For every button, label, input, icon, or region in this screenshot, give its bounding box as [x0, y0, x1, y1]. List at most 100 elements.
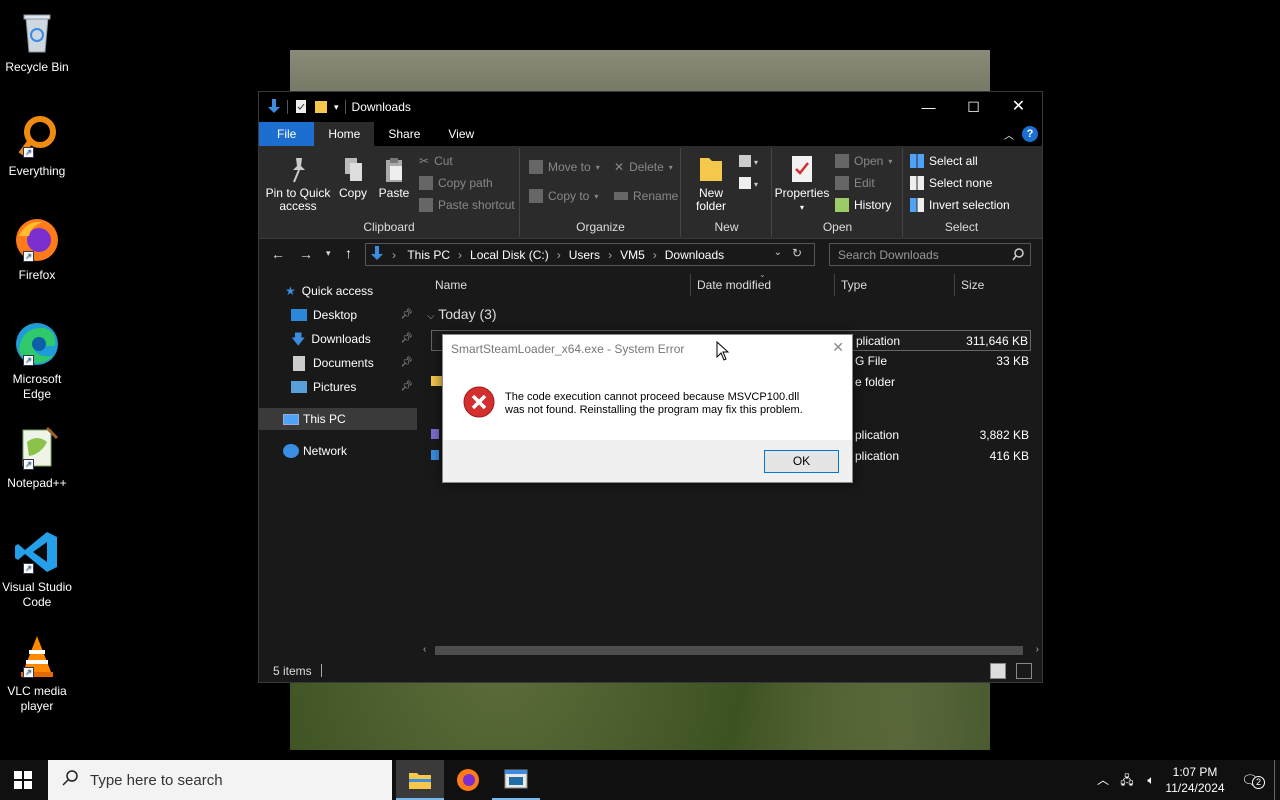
- copy-path-button[interactable]: Copy path: [419, 176, 493, 190]
- back-arrow-icon[interactable]: ←: [271, 246, 285, 262]
- taskbar-app-window[interactable]: [492, 760, 540, 800]
- desktop-icon-firefox[interactable]: ↗ Firefox: [2, 216, 72, 283]
- column-date-modified[interactable]: Date modified: [697, 278, 771, 292]
- address-bar[interactable]: › This PC › Local Disk (C:) › Users › VM5 › …: [365, 243, 815, 266]
- details-view-icon[interactable]: [990, 663, 1006, 679]
- nav-this-pc[interactable]: This PC: [259, 408, 417, 430]
- customize-qa-chevron-icon[interactable]: ▾: [334, 102, 339, 113]
- tab-view[interactable]: View: [434, 122, 488, 146]
- desktop-icon-edge[interactable]: ↗ Microsoft Edge: [2, 320, 72, 402]
- edit-button[interactable]: Edit: [835, 176, 875, 190]
- new-folder-qa-icon[interactable]: [314, 98, 328, 117]
- invert-selection-button[interactable]: Invert selection: [910, 198, 1010, 212]
- delete-button[interactable]: ✕ Delete ▾: [614, 160, 673, 174]
- collapse-ribbon-chevron-icon[interactable]: ︿: [1004, 127, 1014, 142]
- properties-check-icon[interactable]: [294, 98, 308, 117]
- column-name[interactable]: Name: [435, 278, 467, 292]
- nav-desktop[interactable]: Desktop 📌︎: [259, 304, 417, 326]
- item-count: 5 items: [273, 664, 312, 678]
- show-desktop-button[interactable]: [1274, 760, 1275, 800]
- taskbar-file-explorer[interactable]: [396, 760, 444, 800]
- properties-button[interactable]: Properties ▾: [773, 154, 831, 214]
- nav-pictures[interactable]: Pictures 📌︎: [259, 376, 417, 398]
- desktop-icon-vlc[interactable]: ↗ VLC media player: [2, 632, 72, 714]
- navigation-pane: ★ Quick access Desktop 📌︎ 🡇 Downloads 📌︎ Doc…: [259, 274, 417, 654]
- history-button[interactable]: History: [835, 198, 891, 212]
- breadcrumb-users[interactable]: Users: [569, 248, 600, 262]
- dialog-close-icon[interactable]: ✕: [832, 339, 844, 356]
- desktop-icon-recycle-bin[interactable]: Recycle Bin: [2, 8, 72, 75]
- minimize-button[interactable]: —: [906, 92, 951, 122]
- desktop-icon-vscode[interactable]: ↗ Visual Studio Code: [2, 528, 72, 610]
- group-label-new: New: [714, 220, 739, 234]
- ribbon-home: Pin to Quick access Copy Paste ✂ Cut Copy…: [259, 146, 1042, 239]
- paste-shortcut-button[interactable]: Paste shortcut: [419, 198, 515, 212]
- volume-muted-icon[interactable]: 🔈︎: [1140, 760, 1162, 800]
- taskbar-firefox[interactable]: [444, 760, 492, 800]
- shortcut-arrow-icon: ↗: [23, 563, 34, 574]
- cut-button[interactable]: ✂ Cut: [419, 154, 453, 168]
- copy-to-button[interactable]: Copy to ▾: [529, 189, 598, 203]
- new-folder-button[interactable]: New folder: [688, 154, 734, 213]
- breadcrumb-vm5[interactable]: VM5: [620, 248, 645, 262]
- open-button[interactable]: Open ▾: [835, 154, 892, 168]
- group-new: New folder ▾ ▾ New: [682, 148, 772, 237]
- windows-start-icon[interactable]: [14, 771, 32, 794]
- taskbar-search-input[interactable]: Type here to search: [48, 760, 392, 800]
- select-all-button[interactable]: Select all: [910, 154, 978, 168]
- column-size[interactable]: Size: [961, 278, 984, 292]
- address-history-chevron-icon[interactable]: ⌄: [774, 247, 782, 258]
- show-hidden-icons-chevron-icon[interactable]: ︿: [1094, 760, 1112, 800]
- search-input[interactable]: Search Downloads: [829, 243, 1031, 266]
- rename-button[interactable]: Rename: [614, 189, 678, 203]
- scroll-thumb[interactable]: [435, 646, 1023, 655]
- nav-network[interactable]: Network: [259, 440, 417, 462]
- maximize-button[interactable]: ☐: [951, 92, 996, 122]
- move-to-icon: [529, 160, 543, 174]
- recent-locations-chevron-icon[interactable]: ▾: [326, 248, 331, 259]
- nav-quick-access[interactable]: ★ Quick access: [259, 280, 417, 302]
- breadcrumb-this-pc[interactable]: This PC: [407, 248, 450, 262]
- ok-button[interactable]: OK: [764, 450, 839, 473]
- column-type[interactable]: Type: [841, 278, 867, 292]
- easy-access-icon[interactable]: ▾: [738, 176, 764, 193]
- paste-button[interactable]: Paste: [375, 156, 413, 200]
- pin-quick-access-button[interactable]: Pin to Quick access: [263, 156, 333, 213]
- desktop-icon-notepadpp[interactable]: ↗ Notepad++: [2, 424, 72, 491]
- group-header-today[interactable]: ⌵ Today (3): [427, 306, 497, 322]
- move-to-button[interactable]: Move to ▾: [529, 160, 600, 174]
- large-icons-view-icon[interactable]: [1016, 663, 1032, 679]
- taskbar: Type here to search ︿ 🖧︎ 🔈︎ 1:07 PM 11/2…: [0, 760, 1280, 800]
- tab-file[interactable]: File: [259, 122, 315, 146]
- new-item-icon[interactable]: ▾: [738, 154, 764, 171]
- desktop-icon-everything[interactable]: ↗ Everything: [2, 112, 72, 179]
- tab-home[interactable]: Home: [314, 122, 375, 146]
- sort-indicator-icon: ⌄: [759, 270, 766, 279]
- select-none-button[interactable]: Select none: [910, 176, 992, 190]
- refresh-icon[interactable]: ↻: [792, 246, 802, 260]
- help-icon[interactable]: ?: [1022, 126, 1038, 142]
- title-bar[interactable]: ▾ Downloads — ☐ ✕: [259, 92, 1042, 122]
- nav-documents[interactable]: Documents 📌︎: [259, 352, 417, 374]
- pictures-folder-icon: [291, 381, 307, 393]
- notification-center-icon[interactable]: 🗨︎ 2: [1236, 760, 1265, 800]
- file-size: 416 KB: [989, 449, 1029, 463]
- taskbar-search-placeholder: Type here to search: [90, 771, 223, 789]
- nav-downloads[interactable]: 🡇 Downloads 📌︎: [259, 328, 417, 350]
- collapse-group-chevron-icon: ⌵: [427, 311, 435, 322]
- copy-button[interactable]: Copy: [335, 156, 371, 200]
- scroll-left-icon[interactable]: ‹: [423, 644, 426, 655]
- breadcrumb-local-disk[interactable]: Local Disk (C:): [470, 248, 549, 262]
- up-arrow-icon[interactable]: ↑: [345, 245, 352, 261]
- scroll-right-icon[interactable]: ›: [1036, 644, 1039, 655]
- paste-icon: [386, 158, 402, 182]
- paste-shortcut-label: Paste shortcut: [438, 198, 515, 212]
- close-button[interactable]: ✕: [996, 92, 1041, 122]
- clock[interactable]: 1:07 PM 11/24/2024: [1164, 760, 1226, 800]
- tab-share[interactable]: Share: [374, 122, 434, 146]
- forward-arrow-icon[interactable]: →: [299, 246, 313, 262]
- network-status-icon[interactable]: 🖧︎: [1116, 760, 1138, 800]
- breadcrumb-downloads[interactable]: Downloads: [665, 248, 724, 262]
- nav-label: Desktop: [313, 308, 358, 322]
- horizontal-scrollbar[interactable]: ‹ ›: [421, 643, 1041, 659]
